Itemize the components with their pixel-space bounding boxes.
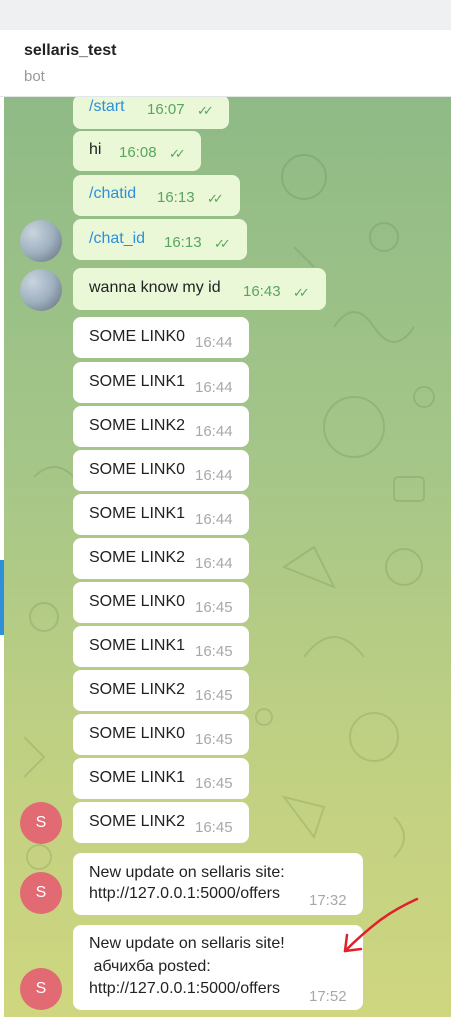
message-time: 16:45 (195, 819, 233, 836)
message-text[interactable]: /chatid (89, 185, 136, 203)
message-bubble-incoming[interactable]: SOME LINK2 16:44 (73, 538, 249, 579)
message-bubble-incoming[interactable]: SOME LINK0 16:45 (73, 714, 249, 755)
chat-title: sellaris_test (24, 42, 117, 59)
message-text: SOME LINK0 (89, 593, 186, 610)
message-text: SOME LINK1 (89, 637, 186, 654)
message-text: SOME LINK0 (89, 461, 186, 478)
message-time: 16:43 (243, 283, 281, 300)
message-bubble-outgoing[interactable]: /start 16:07 ✓✓ (73, 97, 229, 129)
message-text: SOME LINK0 (89, 328, 186, 345)
bottom-bar (0, 1017, 451, 1025)
message-text: SOME LINK1 (89, 769, 186, 786)
message-text[interactable]: /chat_id (89, 230, 145, 248)
message-bubble-incoming[interactable]: SOME LINK0 16:44 (73, 450, 249, 491)
message-time: 16:44 (195, 555, 233, 572)
message-bubble-incoming[interactable]: SOME LINK1 16:45 (73, 758, 249, 799)
bot-avatar[interactable]: S (20, 802, 62, 844)
message-text: wanna know my id (89, 279, 221, 296)
message-time: 16:45 (195, 687, 233, 704)
bot-avatar[interactable]: S (20, 968, 62, 1010)
message-text: New update on sellaris site: (89, 864, 285, 881)
message-bubble-outgoing[interactable]: wanna know my id 16:43 ✓✓ (73, 268, 326, 310)
message-link[interactable]: http://127.0.0.1:5000/offers (89, 885, 280, 903)
message-text: абчихба posted: (89, 958, 211, 975)
message-bubble-incoming[interactable]: SOME LINK0 16:45 (73, 582, 249, 623)
message-bubble-outgoing[interactable]: /chat_id 16:13 ✓✓ (73, 219, 247, 260)
user-avatar[interactable] (20, 269, 62, 311)
message-time: 16:44 (195, 511, 233, 528)
top-strip (0, 0, 451, 30)
message-time: 16:44 (195, 334, 233, 351)
message-time: 16:45 (195, 643, 233, 660)
double-check-icon: ✓✓ (197, 103, 214, 118)
message-bubble-incoming[interactable]: SOME LINK2 16:44 (73, 406, 249, 447)
message-time: 16:44 (195, 467, 233, 484)
message-time: 16:07 (147, 101, 185, 118)
message-time: 16:44 (195, 379, 233, 396)
message-time: 17:52 (309, 988, 347, 1005)
chat-header[interactable]: sellaris_test bot (0, 30, 451, 97)
message-time: 16:45 (195, 731, 233, 748)
red-arrow-icon (343, 897, 419, 953)
double-check-icon: ✓✓ (293, 285, 310, 300)
message-bubble-incoming[interactable]: SOME LINK0 16:44 (73, 317, 249, 358)
message-text: SOME LINK2 (89, 417, 186, 434)
message-bubble-incoming[interactable]: New update on sellaris site: http://127.… (73, 853, 363, 915)
message-time: 16:45 (195, 775, 233, 792)
message-bubble-incoming[interactable]: SOME LINK2 16:45 (73, 670, 249, 711)
message-time: 16:45 (195, 599, 233, 616)
user-avatar[interactable] (20, 220, 62, 262)
message-time: 16:13 (157, 189, 195, 206)
message-text: SOME LINK2 (89, 549, 186, 566)
message-text: SOME LINK1 (89, 373, 186, 390)
message-text: SOME LINK0 (89, 725, 186, 742)
message-time: 16:08 (119, 144, 157, 161)
double-check-icon: ✓✓ (207, 191, 224, 206)
bot-avatar[interactable]: S (20, 872, 62, 914)
message-text: SOME LINK1 (89, 505, 186, 522)
message-list[interactable]: /start 16:07 ✓✓ hi 16:08 ✓✓ /chatid 16:1… (4, 97, 451, 1017)
message-bubble-outgoing[interactable]: hi 16:08 ✓✓ (73, 131, 201, 171)
double-check-icon: ✓✓ (214, 236, 231, 251)
message-bubble-incoming[interactable]: SOME LINK2 16:45 (73, 802, 249, 843)
message-bubble-incoming[interactable]: SOME LINK1 16:44 (73, 494, 249, 535)
message-text: New update on sellaris site! (89, 935, 285, 952)
message-time: 16:13 (164, 234, 202, 251)
message-link[interactable]: http://127.0.0.1:5000/offers (89, 980, 280, 998)
message-text: SOME LINK2 (89, 813, 186, 830)
chat-status: bot (24, 68, 45, 85)
message-text: SOME LINK2 (89, 681, 186, 698)
message-text[interactable]: /start (89, 98, 125, 116)
double-check-icon: ✓✓ (169, 146, 186, 161)
message-bubble-outgoing[interactable]: /chatid 16:13 ✓✓ (73, 175, 240, 216)
message-bubble-incoming[interactable]: SOME LINK1 16:45 (73, 626, 249, 667)
message-bubble-incoming[interactable]: New update on sellaris site! абчихба pos… (73, 925, 363, 1010)
message-time: 16:44 (195, 423, 233, 440)
message-bubble-incoming[interactable]: SOME LINK1 16:44 (73, 362, 249, 403)
message-text: hi (89, 141, 102, 158)
